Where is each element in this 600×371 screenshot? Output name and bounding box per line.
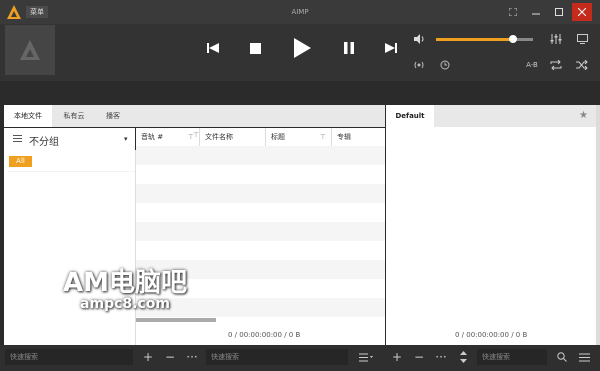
column-track-number[interactable]: 音轨 # ⊤ (136, 128, 200, 146)
column-filename[interactable]: 文件名称 (200, 128, 266, 146)
star-icon[interactable]: ★ (579, 110, 588, 121)
search-button[interactable] (554, 347, 570, 367)
more-button[interactable]: ··· (184, 347, 200, 367)
tab-default-playlist[interactable]: Default (386, 105, 434, 127)
status-strip (0, 81, 600, 104)
all-badge[interactable]: All (9, 156, 32, 167)
divider (8, 171, 135, 172)
sort-icon (459, 351, 467, 363)
stop-button[interactable] (245, 38, 265, 58)
pause-button[interactable] (339, 38, 359, 58)
empty-row (136, 146, 385, 165)
watermark-url: ampc8.com (80, 296, 170, 312)
watermark-logo: AM电脑吧 (63, 268, 187, 298)
list-menu-icon (359, 353, 373, 361)
sort-button[interactable] (455, 347, 471, 367)
column-label: 文件名称 (205, 133, 233, 141)
equalizer-button[interactable] (548, 31, 564, 47)
next-button[interactable] (381, 38, 401, 58)
mute-button[interactable] (411, 31, 427, 47)
album-art-logo-icon (20, 40, 40, 60)
radio-button[interactable] (411, 57, 427, 73)
volume-knob[interactable] (509, 35, 517, 43)
group-label[interactable]: 不分组 (29, 133, 59, 148)
group-header (4, 128, 135, 150)
maximize-button[interactable] (549, 3, 569, 21)
tab-podcast[interactable]: 播客 (96, 105, 130, 127)
maximize-icon (555, 8, 563, 16)
shuffle-icon (576, 60, 588, 70)
remove-playlist-button[interactable]: − (411, 347, 427, 367)
visualization-button[interactable] (574, 31, 590, 47)
speaker-icon (413, 34, 423, 44)
column-album[interactable]: 专辑 (332, 128, 385, 146)
stop-icon (249, 42, 261, 54)
play-icon (294, 38, 311, 58)
filter-icon[interactable]: ⊤ (320, 128, 326, 146)
volume-fill (436, 38, 513, 41)
empty-row (136, 222, 385, 241)
horizontal-scrollbar[interactable] (136, 318, 216, 322)
search-icon (557, 352, 567, 362)
ab-repeat-button[interactable]: A-B (522, 57, 542, 73)
column-label: 音轨 # (141, 133, 164, 141)
tab-private-cloud[interactable]: 私有云 (52, 105, 96, 127)
playlist-summary: 0 / 00:00:00:00 / 0 B (455, 331, 528, 339)
previous-icon (207, 43, 219, 53)
tab-local-files[interactable]: 本地文件 (4, 105, 52, 127)
pause-icon (344, 42, 354, 54)
panel-edge (596, 105, 600, 345)
play-button[interactable] (289, 35, 315, 61)
main-menu-button[interactable] (576, 347, 592, 367)
filter-icon[interactable]: ⊤ (193, 131, 199, 139)
shuffle-button[interactable] (574, 57, 590, 73)
add-button[interactable]: + (140, 347, 156, 367)
empty-row (136, 184, 385, 203)
equalizer-icon (550, 34, 562, 44)
minimize-icon (532, 13, 540, 15)
playlist-panel (386, 105, 596, 345)
timer-button[interactable] (437, 57, 453, 73)
track-search-input[interactable]: 快速搜索 (206, 349, 348, 365)
column-label: 专辑 (337, 133, 351, 141)
repeat-icon (550, 60, 562, 70)
group-dropdown-icon[interactable]: ▾ (124, 135, 128, 143)
close-button[interactable] (572, 3, 592, 21)
add-playlist-button[interactable]: + (389, 347, 405, 367)
track-summary: 0 / 00:00:00:00 / 0 B (228, 331, 301, 339)
clock-icon (440, 60, 450, 70)
column-title[interactable]: 标题 ⊤ (266, 128, 332, 146)
group-search-input[interactable]: 快速搜索 (5, 349, 133, 365)
group-list (4, 150, 136, 345)
group-menu-button[interactable] (13, 134, 22, 143)
monitor-icon (576, 34, 588, 44)
playlist-more-button[interactable]: ··· (433, 347, 449, 367)
repeat-button[interactable] (548, 57, 564, 73)
fullscreen-icon (509, 8, 517, 16)
minimize-button[interactable] (526, 3, 546, 21)
previous-button[interactable] (203, 38, 223, 58)
radio-icon (414, 61, 424, 69)
list-menu-button[interactable] (355, 347, 377, 367)
close-icon (578, 8, 586, 16)
hamburger-icon (13, 135, 22, 142)
column-label: 标题 (271, 133, 285, 141)
playlist-search-input[interactable]: 快速搜索 (477, 349, 547, 365)
fullscreen-button[interactable] (503, 3, 523, 21)
hamburger-icon (578, 353, 590, 361)
remove-button[interactable]: − (162, 347, 178, 367)
next-icon (385, 43, 397, 53)
album-art (5, 25, 55, 75)
